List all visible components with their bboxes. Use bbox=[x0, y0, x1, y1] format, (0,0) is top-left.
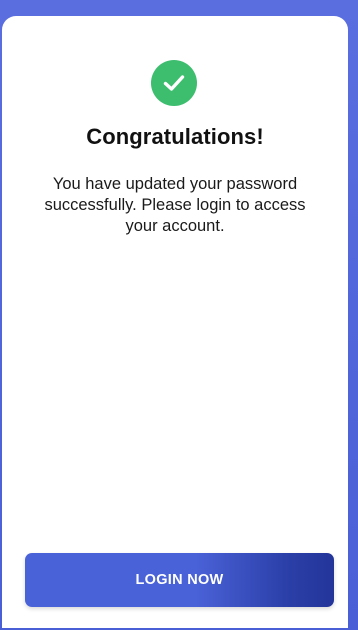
page-title: Congratulations! bbox=[86, 124, 264, 149]
check-circle-icon bbox=[151, 60, 197, 106]
success-sheet: Congratulations! You have updated your p… bbox=[2, 16, 348, 628]
background-edge bbox=[348, 0, 358, 630]
checkmark-icon bbox=[163, 75, 185, 91]
login-now-button[interactable]: LOGIN NOW bbox=[25, 553, 334, 607]
success-message: You have updated your password successfu… bbox=[44, 175, 306, 235]
screen: Congratulations! You have updated your p… bbox=[0, 0, 358, 630]
